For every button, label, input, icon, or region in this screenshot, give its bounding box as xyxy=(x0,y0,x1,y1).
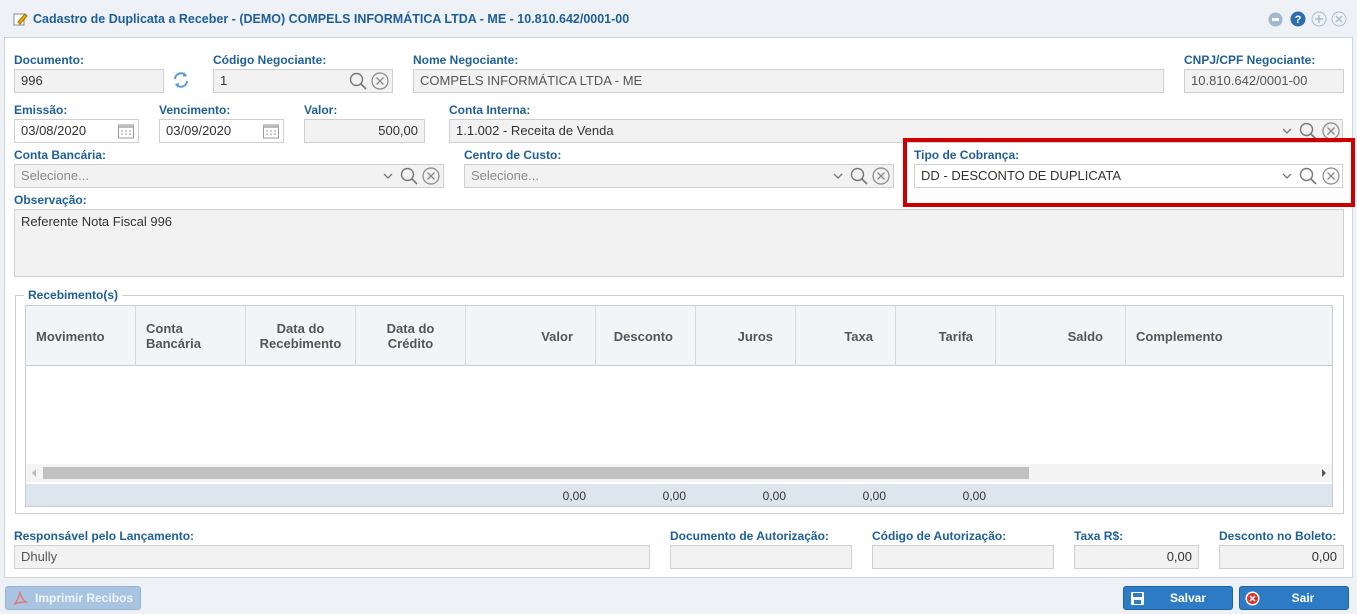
conta-bancaria-label: Conta Bancária: xyxy=(14,148,107,162)
emissao-label: Emissão: xyxy=(14,103,68,117)
col-movimento[interactable]: Movimento xyxy=(26,306,136,366)
grid-header: Movimento Conta Bancária Data do Recebimen… xyxy=(26,306,1332,366)
recebimentos-grid: Movimento Conta Bancária Data do Recebimen… xyxy=(25,305,1333,507)
recebimentos-legend: Recebimento(s) xyxy=(24,288,123,302)
scroll-right-arrow[interactable] xyxy=(1322,469,1326,477)
refresh-icon[interactable] xyxy=(171,70,191,90)
calendar-icon[interactable] xyxy=(117,122,135,140)
chevron-down-icon[interactable] xyxy=(832,170,844,182)
col-data-recebimento[interactable]: Data do Recebimento xyxy=(246,306,356,366)
calendar-icon[interactable] xyxy=(262,122,280,140)
col-complemento[interactable]: Complemento xyxy=(1126,306,1332,366)
col-taxa[interactable]: Taxa xyxy=(796,306,896,366)
scroll-left-arrow[interactable] xyxy=(32,469,36,477)
sair-button[interactable]: Sair xyxy=(1239,586,1349,610)
total-juros: 0,00 xyxy=(762,489,786,503)
valor-field[interactable]: 500,00 xyxy=(304,119,425,143)
total-taxa: 0,00 xyxy=(862,489,886,503)
clear-icon[interactable] xyxy=(1322,167,1340,185)
conta-bancaria-select[interactable]: Selecione... xyxy=(14,164,444,188)
grid-totals-row: 0,00 0,00 0,00 0,00 0,00 xyxy=(26,484,1332,506)
centro-custo-select[interactable]: Selecione... xyxy=(464,164,894,188)
scrollbar-thumb[interactable] xyxy=(43,467,1029,479)
centro-custo-label: Centro de Custo: xyxy=(464,148,562,162)
help-icon[interactable]: ? xyxy=(1290,11,1306,27)
total-valor: 0,00 xyxy=(562,489,586,503)
taxa-field[interactable]: 0,00 xyxy=(1074,545,1199,569)
col-data-credito[interactable]: Data do Crédito xyxy=(356,306,466,366)
pdf-icon xyxy=(13,591,28,605)
search-icon[interactable] xyxy=(349,72,367,90)
chevron-down-icon[interactable] xyxy=(1281,125,1293,137)
tipo-cobranca-select[interactable]: DD - DESCONTO DE DUPLICATA xyxy=(914,164,1343,188)
close-icon[interactable] xyxy=(1331,11,1347,27)
tipo-cobranca-label: Tipo de Cobrança: xyxy=(914,148,1020,162)
salvar-button[interactable]: Salvar xyxy=(1123,586,1233,610)
vencimento-label: Vencimento: xyxy=(159,103,231,117)
cnpj-label: CNPJ/CPF Negociante: xyxy=(1184,53,1316,67)
responsavel-field: Dhully xyxy=(14,545,650,569)
clear-icon[interactable] xyxy=(422,167,440,185)
cod-autorizacao-field[interactable] xyxy=(872,545,1054,569)
col-desconto[interactable]: Desconto xyxy=(596,306,696,366)
nome-negociante-label: Nome Negociante: xyxy=(413,53,519,67)
col-saldo[interactable]: Saldo xyxy=(996,306,1126,366)
codigo-negociante-label: Código Negociante: xyxy=(213,53,327,67)
window-titlebar: Cadastro de Duplicata a Receber - (DEMO)… xyxy=(0,0,1357,37)
documento-label: Documento: xyxy=(14,53,84,67)
imprimir-recibos-button[interactable]: Imprimir Recibos xyxy=(5,586,141,610)
nome-negociante-field: COMPELS INFORMÁTICA LTDA - ME xyxy=(413,69,1164,93)
window-title: Cadastro de Duplicata a Receber - (DEMO)… xyxy=(33,12,630,26)
responsavel-label: Responsável pelo Lançamento: xyxy=(14,529,195,543)
cnpj-field: 10.810.642/0001-00 xyxy=(1184,69,1344,93)
search-icon[interactable] xyxy=(400,167,418,185)
chevron-down-icon[interactable] xyxy=(1281,170,1293,182)
clear-icon[interactable] xyxy=(872,167,890,185)
total-tarifa: 0,00 xyxy=(962,489,986,503)
horizontal-scrollbar[interactable] xyxy=(26,464,1332,482)
maximize-icon[interactable] xyxy=(1311,11,1327,27)
observacao-textarea[interactable]: Referente Nota Fiscal 996 xyxy=(14,209,1344,277)
col-valor[interactable]: Valor xyxy=(466,306,596,366)
search-icon[interactable] xyxy=(1299,167,1317,185)
documento-field[interactable]: 996 xyxy=(14,69,164,93)
doc-autorizacao-label: Documento de Autorização: xyxy=(670,529,829,543)
minimize-icon[interactable] xyxy=(1268,12,1283,27)
search-icon[interactable] xyxy=(850,167,868,185)
desconto-boleto-field[interactable]: 0,00 xyxy=(1219,545,1344,569)
cod-autorizacao-label: Código de Autorização: xyxy=(872,529,1007,543)
doc-autorizacao-field[interactable] xyxy=(670,545,852,569)
col-tarifa[interactable]: Tarifa xyxy=(896,306,996,366)
taxa-label: Taxa R$: xyxy=(1074,529,1124,543)
clear-icon[interactable] xyxy=(371,72,389,90)
valor-label: Valor: xyxy=(304,103,338,117)
conta-interna-label: Conta Interna: xyxy=(449,103,531,117)
edit-icon xyxy=(13,13,28,26)
svg-text:?: ? xyxy=(1295,14,1302,26)
chevron-down-icon[interactable] xyxy=(382,170,394,182)
observacao-label: Observação: xyxy=(14,193,87,207)
col-juros[interactable]: Juros xyxy=(696,306,796,366)
total-desconto: 0,00 xyxy=(662,489,686,503)
desconto-boleto-label: Desconto no Boleto: xyxy=(1219,529,1337,543)
col-conta-bancaria[interactable]: Conta Bancária xyxy=(136,306,246,366)
